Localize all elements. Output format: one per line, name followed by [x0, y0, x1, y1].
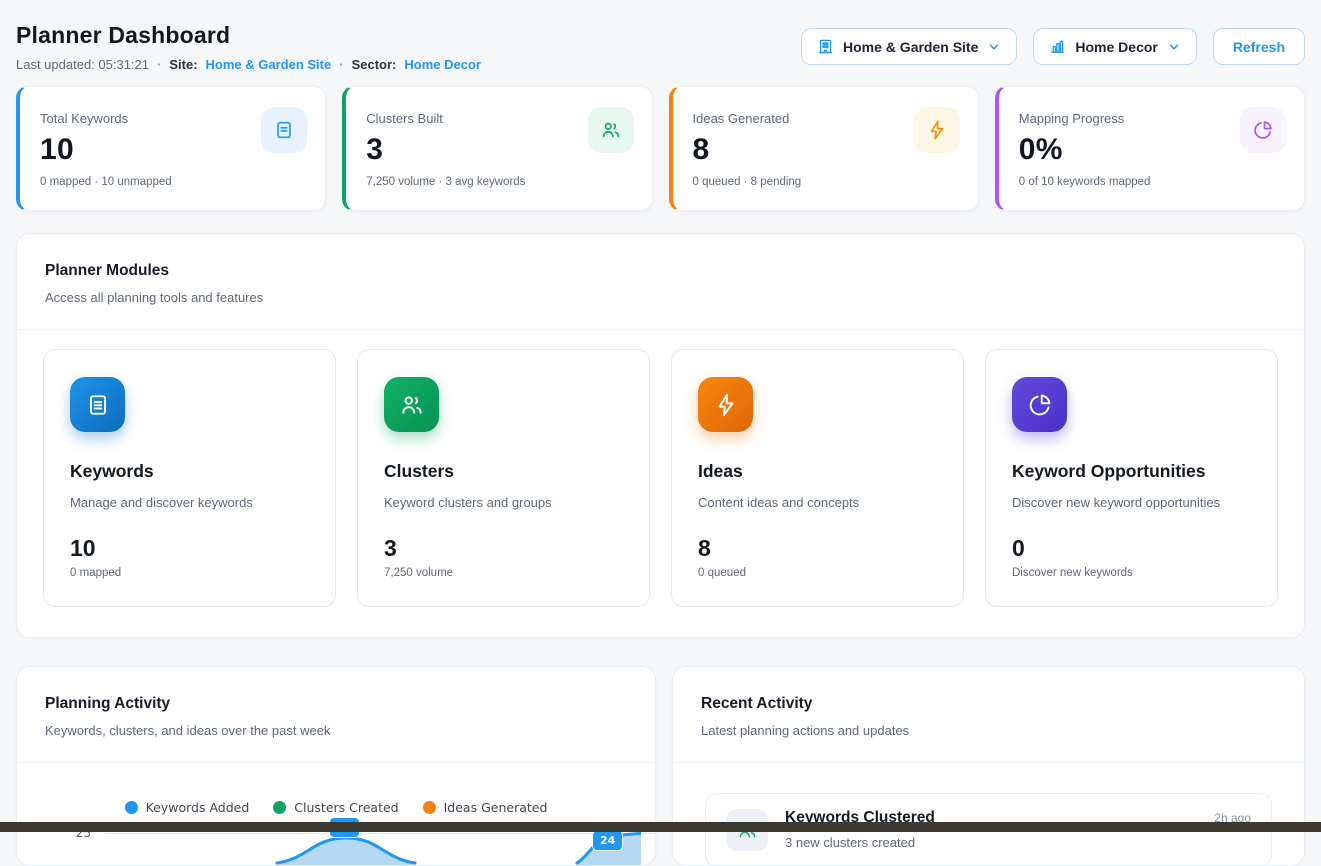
legend-label: Ideas Generated: [444, 800, 548, 815]
meta-separator: ·: [157, 57, 161, 72]
page-title: Planner Dashboard: [16, 22, 481, 49]
stats-row: Total Keywords 10 0 mapped · 10 unmapped…: [16, 86, 1305, 211]
module-value: 8: [698, 535, 937, 562]
legend-dot-icon: [423, 801, 436, 814]
module-sub: 0 mapped: [70, 567, 309, 579]
lightning-icon: [914, 107, 960, 153]
modules-header: Planner Modules Access all planning tool…: [17, 234, 1304, 330]
module-title: Clusters: [384, 461, 623, 482]
module-card-keywords[interactable]: Keywords Manage and discover keywords 10…: [43, 349, 336, 607]
sector-label: Sector:: [352, 57, 397, 72]
refresh-button[interactable]: Refresh: [1213, 28, 1305, 65]
legend-label: Keywords Added: [146, 800, 250, 815]
module-card-clusters[interactable]: Clusters Keyword clusters and groups 3 7…: [357, 349, 650, 607]
module-description: Keyword clusters and groups: [384, 495, 623, 510]
legend-item-keywords-added[interactable]: Keywords Added: [125, 800, 250, 815]
recent-activity-header: Recent Activity Latest planning actions …: [673, 667, 1304, 763]
stat-sub: 0 of 10 keywords mapped: [1019, 176, 1284, 188]
site-link[interactable]: Home & Garden Site: [206, 57, 332, 72]
module-sub: 0 queued: [698, 567, 937, 579]
activity-description: 3 new clusters created: [785, 835, 1251, 850]
header-meta: Last updated: 05:31:21 · Site: Home & Ga…: [16, 57, 481, 72]
module-card-ideas[interactable]: Ideas Content ideas and concepts 8 0 que…: [671, 349, 964, 607]
stat-sub: 7,250 volume · 3 avg keywords: [366, 176, 631, 188]
planning-activity-panel: Planning Activity Keywords, clusters, an…: [16, 666, 656, 866]
chevron-down-icon: [987, 40, 1001, 54]
legend-label: Clusters Created: [294, 800, 398, 815]
bottom-row: Planning Activity Keywords, clusters, an…: [16, 666, 1305, 866]
sector-selector-dropdown[interactable]: Home Decor: [1033, 28, 1196, 65]
pie-chart-icon: [1012, 377, 1067, 432]
recent-activity-title: Recent Activity: [701, 695, 1276, 713]
pie-chart-icon: [1240, 107, 1286, 153]
module-sub: 7,250 volume: [384, 567, 623, 579]
planning-activity-title: Planning Activity: [45, 695, 627, 713]
module-title: Keyword Opportunities: [1012, 461, 1251, 482]
users-icon: [588, 107, 634, 153]
chevron-down-icon: [1167, 40, 1181, 54]
site-selector-dropdown[interactable]: Home & Garden Site: [801, 28, 1017, 65]
stat-card-clusters-built: Clusters Built 3 7,250 volume · 3 avg ke…: [342, 86, 652, 211]
stat-sub: 0 queued · 8 pending: [693, 176, 958, 188]
users-icon: [384, 377, 439, 432]
stat-card-mapping-progress: Mapping Progress 0% 0 of 10 keywords map…: [995, 86, 1305, 211]
legend-dot-icon: [273, 801, 286, 814]
planner-dashboard-page: Planner Dashboard Last updated: 05:31:21…: [0, 0, 1321, 866]
last-updated-text: Last updated: 05:31:21: [16, 57, 149, 72]
bar-chart-icon: [1049, 38, 1066, 55]
module-card-keyword-opportunities[interactable]: Keyword Opportunities Discover new keywo…: [985, 349, 1278, 607]
building-icon: [817, 38, 834, 55]
module-value: 0: [1012, 535, 1251, 562]
sector-link[interactable]: Home Decor: [404, 57, 481, 72]
bottom-edge-bar: [0, 822, 1321, 832]
header-left: Planner Dashboard Last updated: 05:31:21…: [16, 22, 481, 72]
site-selector-label: Home & Garden Site: [843, 39, 978, 55]
stat-card-ideas-generated: Ideas Generated 8 0 queued · 8 pending: [669, 86, 979, 211]
module-description: Manage and discover keywords: [70, 495, 309, 510]
module-sub: Discover new keywords: [1012, 567, 1251, 579]
meta-separator: ·: [339, 57, 343, 72]
legend-item-ideas-generated[interactable]: Ideas Generated: [423, 800, 548, 815]
sector-selector-label: Home Decor: [1075, 39, 1157, 55]
stat-sub: 0 mapped · 10 unmapped: [40, 176, 305, 188]
module-title: Ideas: [698, 461, 937, 482]
site-label: Site:: [169, 57, 197, 72]
module-value: 3: [384, 535, 623, 562]
modules-title: Planner Modules: [45, 262, 1276, 280]
recent-activity-panel: Recent Activity Latest planning actions …: [672, 666, 1305, 866]
module-description: Content ideas and concepts: [698, 495, 937, 510]
header-toolbar: Home & Garden Site Home Decor Refresh: [801, 28, 1305, 65]
planning-activity-subtitle: Keywords, clusters, and ideas over the p…: [45, 723, 627, 738]
planning-activity-header: Planning Activity Keywords, clusters, an…: [17, 667, 655, 763]
stat-card-total-keywords: Total Keywords 10 0 mapped · 10 unmapped: [16, 86, 326, 211]
lightning-icon: [698, 377, 753, 432]
modules-subtitle: Access all planning tools and features: [45, 290, 1276, 305]
module-description: Discover new keyword opportunities: [1012, 495, 1251, 510]
planner-modules-panel: Planner Modules Access all planning tool…: [16, 233, 1305, 638]
document-lines-icon: [70, 377, 125, 432]
recent-activity-subtitle: Latest planning actions and updates: [701, 723, 1276, 738]
modules-grid: Keywords Manage and discover keywords 10…: [17, 330, 1304, 637]
data-point-label-24: 24: [593, 831, 622, 850]
document-lines-icon: [261, 107, 307, 153]
chart-legend: Keywords Added Clusters Created Ideas Ge…: [17, 800, 655, 815]
legend-item-clusters-created[interactable]: Clusters Created: [273, 800, 398, 815]
legend-dot-icon: [125, 801, 138, 814]
page-header: Planner Dashboard Last updated: 05:31:21…: [16, 22, 1305, 72]
module-title: Keywords: [70, 461, 309, 482]
module-value: 10: [70, 535, 309, 562]
